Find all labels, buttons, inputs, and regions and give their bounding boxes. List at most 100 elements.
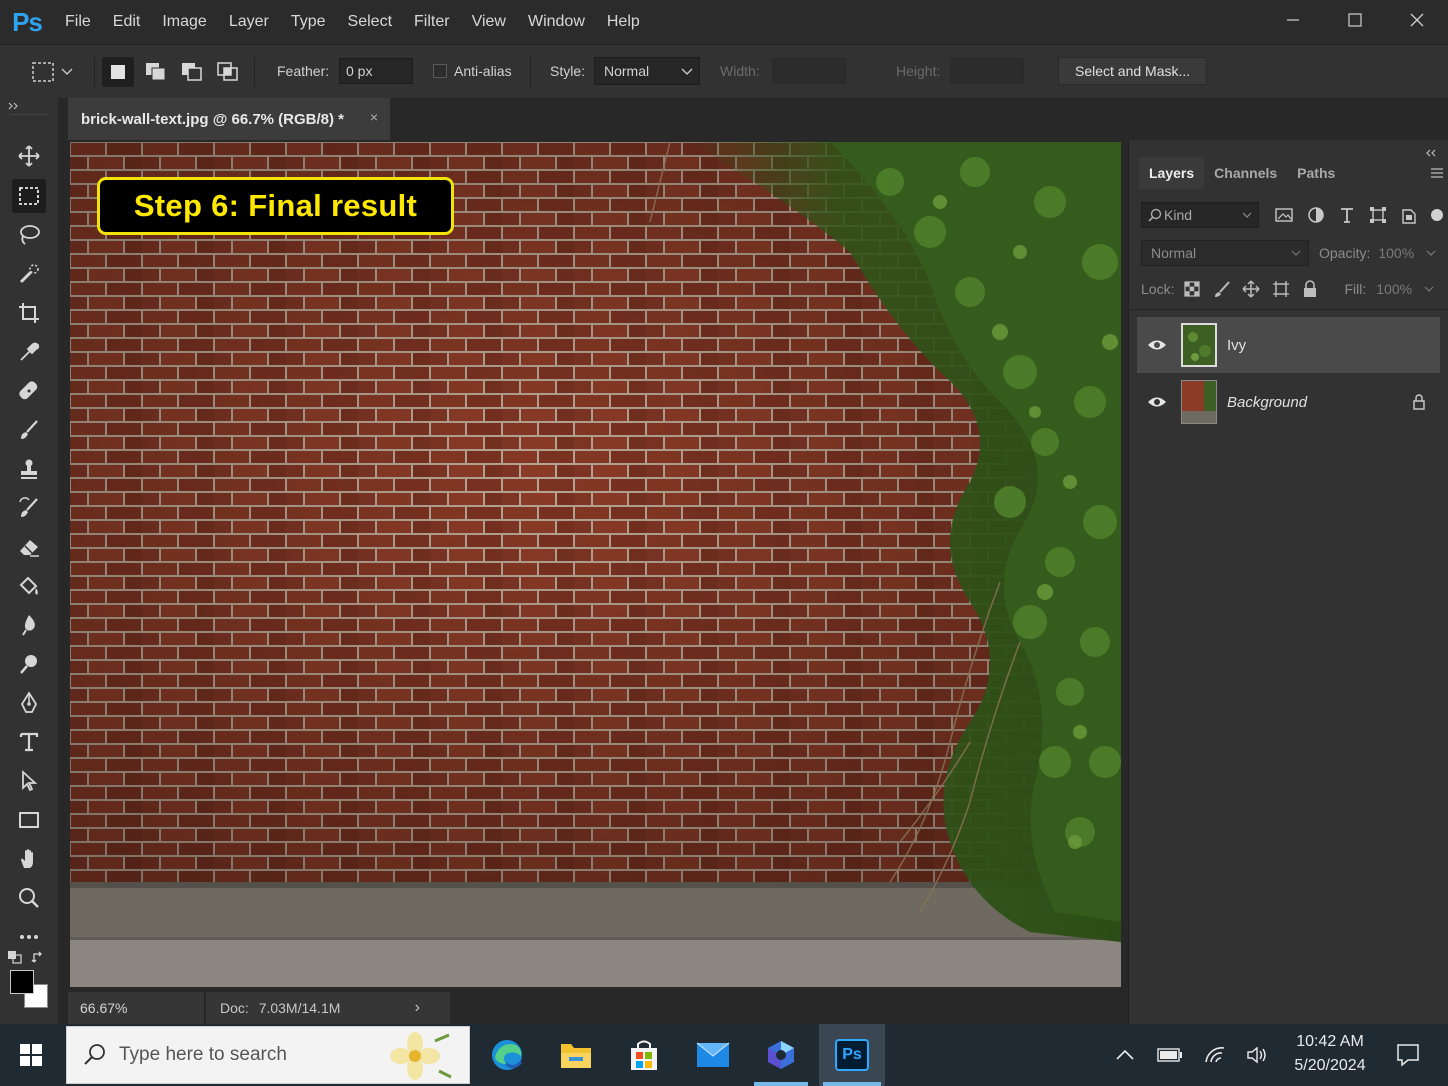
eye-icon[interactable]	[1147, 338, 1167, 352]
blur-tool[interactable]	[12, 608, 46, 642]
status-menu-arrow[interactable]: ›	[415, 992, 420, 1024]
volume-icon[interactable]	[1246, 1046, 1268, 1064]
notifications-icon[interactable]	[1396, 1043, 1420, 1067]
tab-layers[interactable]: Layers	[1139, 157, 1205, 189]
history-brush-tool[interactable]	[12, 491, 46, 525]
layer-name[interactable]: Background	[1227, 394, 1307, 411]
new-selection-button[interactable]	[102, 57, 134, 87]
menu-file[interactable]: File	[54, 0, 102, 44]
menu-layer[interactable]: Layer	[218, 0, 280, 44]
pen-tool[interactable]	[12, 686, 46, 720]
panel-menu-icon[interactable]	[1430, 167, 1444, 179]
default-colors-icon[interactable]	[7, 950, 23, 964]
add-to-selection-button[interactable]	[140, 57, 172, 87]
battery-icon[interactable]	[1157, 1048, 1183, 1062]
zoom-level[interactable]: 66.67%	[68, 992, 204, 1024]
menu-help[interactable]: Help	[596, 0, 651, 44]
lock-pixels-icon[interactable]	[1213, 280, 1231, 298]
layer-name[interactable]: Ivy	[1227, 337, 1246, 354]
tab-channels[interactable]: Channels	[1204, 157, 1287, 189]
collapse-panel-icon[interactable]	[1424, 148, 1438, 158]
chevron-up-icon[interactable]	[1116, 1049, 1134, 1061]
rectangular-marquee-tool[interactable]	[12, 179, 46, 213]
maximize-button[interactable]	[1324, 0, 1386, 40]
lock-transparent-icon[interactable]	[1184, 281, 1201, 297]
more-tools-button[interactable]	[12, 920, 46, 954]
image-canvas[interactable]: Step 6: Final result	[70, 142, 1121, 987]
adjustment-filter-icon[interactable]	[1307, 206, 1325, 224]
lock-all-icon[interactable]	[1302, 280, 1318, 298]
chevron-down-icon[interactable]	[1424, 286, 1434, 293]
paint-bucket-tool[interactable]	[12, 569, 46, 603]
status-bar: 66.67% Doc: 7.03M/14.1M ›	[58, 992, 1128, 1024]
lock-position-icon[interactable]	[1242, 280, 1260, 298]
fill-value[interactable]: 100%	[1376, 281, 1412, 297]
crop-tool[interactable]	[12, 296, 46, 330]
subtract-selection-button[interactable]	[176, 57, 208, 87]
quick-selection-tool[interactable]	[12, 257, 46, 291]
filter-toggle[interactable]	[1431, 209, 1443, 221]
menu-view[interactable]: View	[461, 0, 517, 44]
type-tool[interactable]	[12, 725, 46, 759]
minimize-button[interactable]	[1262, 0, 1324, 40]
pinned-app[interactable]	[750, 1024, 812, 1086]
start-button[interactable]	[0, 1024, 62, 1086]
lock-artboard-icon[interactable]	[1272, 280, 1290, 298]
chevron-down-icon[interactable]	[1426, 250, 1436, 257]
select-and-mask-button[interactable]: Select and Mask...	[1058, 57, 1208, 85]
menu-select[interactable]: Select	[337, 0, 403, 44]
close-tab-icon[interactable]: ×	[370, 109, 378, 125]
swap-colors-icon[interactable]	[31, 950, 47, 964]
width-input[interactable]	[772, 58, 846, 84]
photoshop-app[interactable]: Ps	[819, 1024, 885, 1086]
eyedropper-tool[interactable]	[12, 335, 46, 369]
close-button[interactable]	[1386, 0, 1448, 40]
foreground-color-swatch[interactable]	[10, 970, 34, 994]
shape-filter-icon[interactable]	[1369, 206, 1387, 224]
lasso-tool[interactable]	[12, 218, 46, 252]
menu-window[interactable]: Window	[517, 0, 596, 44]
filter-kind-dropdown[interactable]: Kind	[1141, 202, 1259, 228]
anti-alias-checkbox[interactable]	[433, 64, 447, 78]
eraser-tool[interactable]	[12, 530, 46, 564]
style-dropdown[interactable]: Normal	[594, 57, 700, 85]
store-app[interactable]	[613, 1024, 675, 1086]
document-tab[interactable]: brick-wall-text.jpg @ 66.7% (RGB/8) * ×	[68, 98, 390, 140]
type-filter-icon[interactable]	[1339, 207, 1355, 223]
hand-tool[interactable]	[12, 842, 46, 876]
tab-paths[interactable]: Paths	[1287, 157, 1345, 189]
doc-size-info[interactable]: Doc: 7.03M/14.1M ›	[206, 992, 450, 1024]
brush-tool[interactable]	[12, 413, 46, 447]
clone-stamp-tool[interactable]	[12, 452, 46, 486]
wifi-icon[interactable]	[1204, 1046, 1226, 1064]
healing-brush-tool[interactable]	[12, 374, 46, 408]
file-explorer-app[interactable]	[545, 1024, 607, 1086]
system-clock[interactable]: 10:42 AM 5/20/2024	[1282, 1030, 1378, 1078]
dodge-tool[interactable]	[12, 647, 46, 681]
menu-type[interactable]: Type	[280, 0, 337, 44]
opacity-value[interactable]: 100%	[1378, 245, 1414, 261]
height-input[interactable]	[950, 58, 1024, 84]
tool-preset-picker[interactable]	[30, 59, 86, 85]
taskbar-search-box[interactable]: Type here to search	[66, 1026, 470, 1084]
smart-object-filter-icon[interactable]	[1401, 206, 1417, 224]
menu-filter[interactable]: Filter	[403, 0, 461, 44]
intersect-selection-button[interactable]	[212, 57, 244, 87]
layer-row-ivy[interactable]: Ivy	[1137, 317, 1440, 373]
zoom-tool[interactable]	[12, 881, 46, 915]
blend-mode-dropdown[interactable]: Normal	[1141, 240, 1309, 266]
feather-input[interactable]: 0 px	[339, 58, 413, 84]
edge-app[interactable]	[476, 1024, 538, 1086]
image-filter-icon[interactable]	[1275, 207, 1293, 223]
layer-row-background[interactable]: Background	[1137, 374, 1440, 430]
eye-icon[interactable]	[1147, 395, 1167, 409]
rectangle-tool[interactable]	[12, 803, 46, 837]
collapse-toolbar-icon[interactable]	[7, 101, 21, 111]
move-tool[interactable]	[12, 139, 46, 173]
lock-icon[interactable]	[1412, 394, 1426, 410]
menu-image[interactable]: Image	[151, 0, 217, 44]
mail-app[interactable]	[682, 1024, 744, 1086]
menu-edit[interactable]: Edit	[102, 0, 152, 44]
intersect-selection-icon	[217, 62, 238, 81]
path-selection-tool[interactable]	[12, 764, 46, 798]
